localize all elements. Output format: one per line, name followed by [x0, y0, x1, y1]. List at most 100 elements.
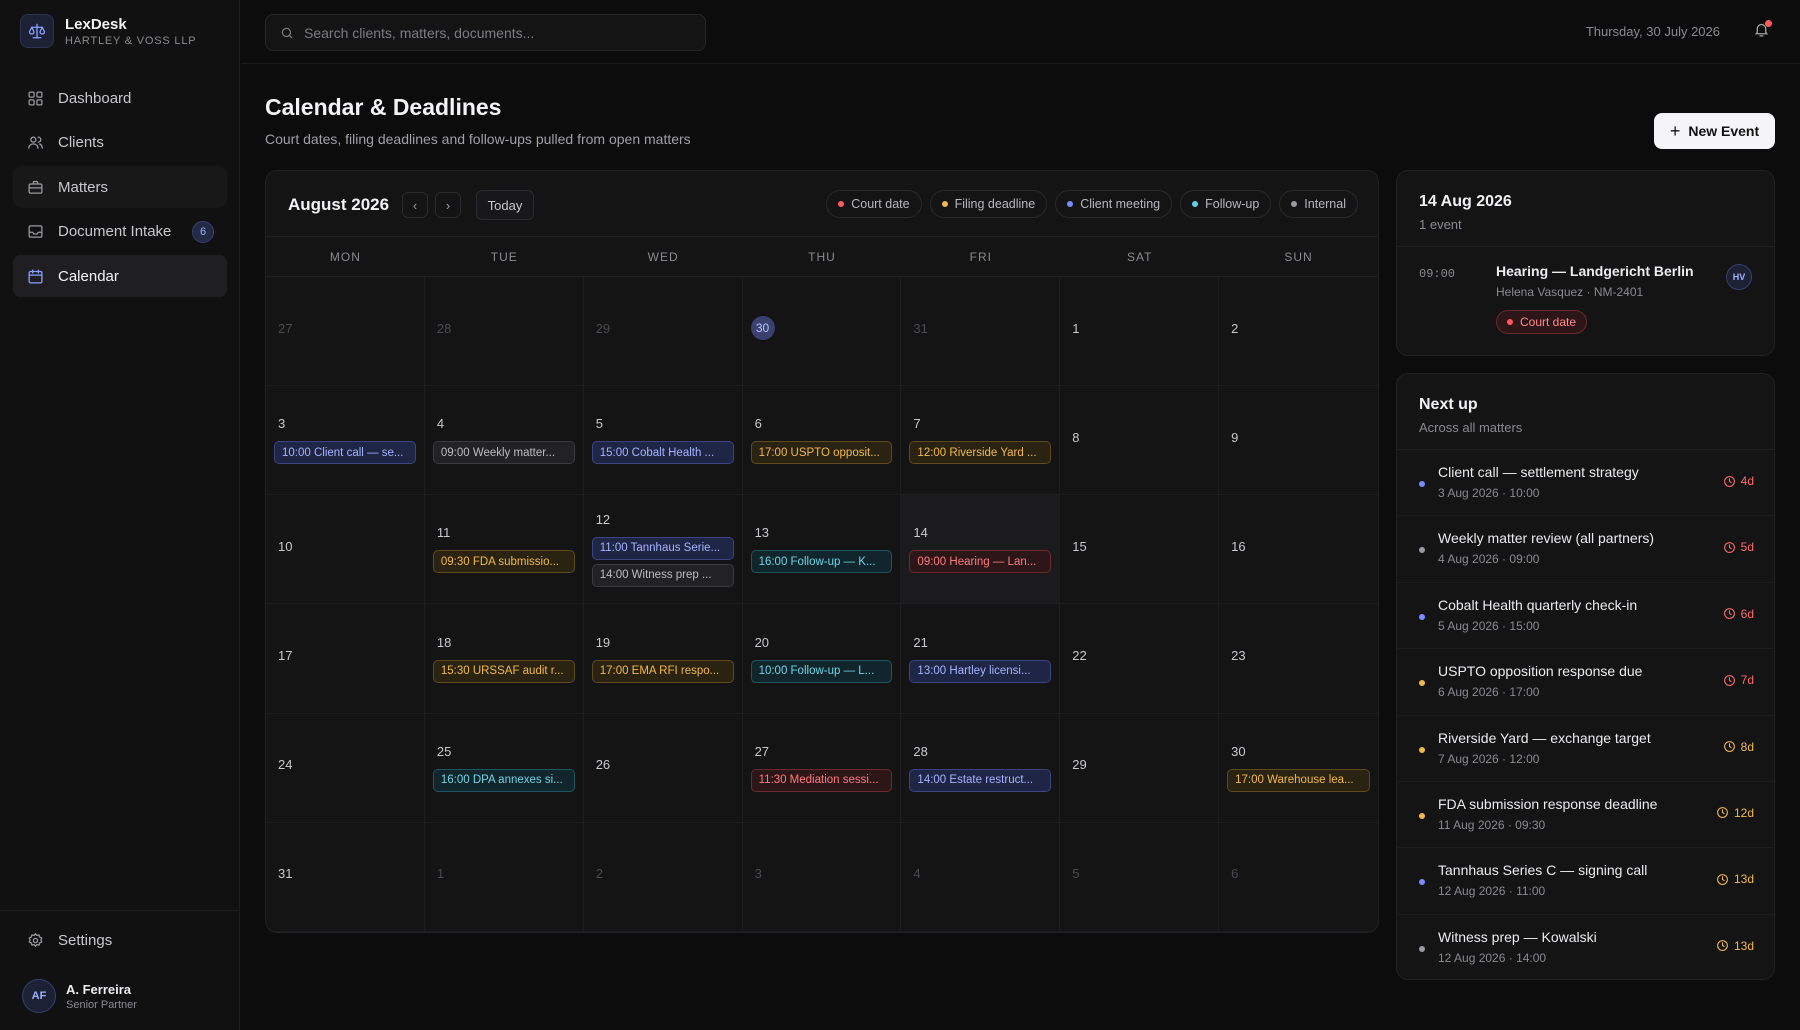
brand[interactable]: LexDesk HARTLEY & VOSS LLP — [20, 14, 196, 48]
sidebar-item-clients[interactable]: Clients — [13, 122, 227, 164]
calendar-event[interactable]: 15:30 URSSAF audit r... — [432, 659, 575, 683]
legend-item[interactable]: Filing deadline — [929, 190, 1048, 218]
prev-month-button[interactable]: ‹ — [402, 192, 428, 218]
day-cell[interactable]: 27 11:30 Mediation sessi... — [742, 713, 902, 823]
calendar-event[interactable]: 10:00 Client call — se... — [274, 441, 416, 465]
day-cell[interactable]: 13 16:00 Follow-up — K... — [742, 495, 902, 605]
sidebar-item-label: Dashboard — [58, 89, 132, 107]
day-number: 14 — [913, 525, 928, 541]
day-cell[interactable]: 5 — [1060, 822, 1220, 932]
day-cell[interactable]: 3 — [742, 822, 902, 932]
day-cell[interactable]: 15 — [1060, 495, 1220, 605]
sidebar-item-settings[interactable]: Settings — [26, 931, 112, 949]
day-cell[interactable]: 6 17:00 USPTO opposit... — [742, 386, 902, 496]
search-box[interactable] — [265, 14, 706, 51]
next-up-item[interactable]: Cobalt Health quarterly check-in 5 Aug 20… — [1397, 583, 1774, 650]
day-number: 7 — [913, 416, 921, 432]
calendar-event[interactable]: 17:00 Warehouse lea... — [1227, 768, 1370, 792]
day-cell[interactable]: 25 16:00 DPA annexes si... — [424, 713, 584, 823]
calendar-event[interactable]: 12:00 Riverside Yard ... — [909, 441, 1052, 465]
next-up-item[interactable]: FDA submission response deadline 11 Aug 2… — [1397, 782, 1774, 849]
calendar-event[interactable]: 11:00 Tannhaus Serie... — [591, 536, 734, 560]
sidebar-item-matters[interactable]: Matters — [13, 166, 227, 208]
day-cell[interactable]: 10 — [266, 495, 425, 605]
calendar-event[interactable]: 09:30 FDA submissio... — [432, 550, 575, 574]
legend-item[interactable]: Court date — [826, 190, 922, 218]
sidebar-item-dashboard[interactable]: Dashboard — [13, 77, 227, 119]
day-cell[interactable]: 21 13:00 Hartley licensi... — [901, 604, 1061, 714]
day-cell[interactable]: 29 — [583, 277, 743, 387]
day-cell[interactable]: 3 10:00 Client call — se... — [266, 386, 425, 496]
next-up-item[interactable]: USPTO opposition response due 6 Aug 2026 … — [1397, 649, 1774, 716]
day-cell[interactable]: 5 15:00 Cobalt Health ... — [583, 386, 743, 496]
day-number: 9 — [1231, 429, 1239, 445]
day-cell[interactable]: 12 11:00 Tannhaus Serie... 14:00 Witness p… — [583, 495, 743, 605]
day-cell[interactable]: 6 — [1219, 823, 1378, 932]
calendar-icon — [26, 267, 44, 285]
day-cell[interactable]: 16 — [1219, 495, 1378, 605]
day-cell[interactable]: 4 — [901, 822, 1061, 932]
event-type-tag: Court date — [1496, 310, 1588, 334]
day-cell[interactable]: 28 — [424, 277, 584, 387]
legend-item[interactable]: Follow-up — [1180, 190, 1272, 218]
day-cell[interactable]: 30 17:00 Warehouse lea... — [1219, 714, 1378, 823]
due-label: 4d — [1740, 474, 1754, 488]
day-cell[interactable]: 8 — [1060, 386, 1220, 496]
day-cell[interactable]: 24 — [266, 713, 425, 823]
next-up-item[interactable]: Riverside Yard — exchange target 7 Aug 20… — [1397, 716, 1774, 782]
new-event-button[interactable]: + New Event — [1654, 113, 1775, 149]
day-cell[interactable]: 27 — [266, 277, 425, 387]
day-cell[interactable]: 23 — [1219, 604, 1378, 714]
day-cell[interactable]: 4 09:00 Weekly matter... — [424, 386, 584, 496]
day-cell[interactable]: 30 — [742, 277, 902, 387]
calendar-event[interactable]: 16:00 Follow-up — K... — [750, 550, 893, 574]
day-cell[interactable]: 14 09:00 Hearing — Lan... — [901, 495, 1061, 605]
day-cell[interactable]: 11 09:30 FDA submissio... — [424, 495, 584, 605]
calendar-event[interactable]: 14:00 Witness prep ... — [591, 563, 734, 587]
day-cell[interactable]: 19 17:00 EMA RFI respo... — [583, 604, 743, 714]
day-cell[interactable]: 1 — [424, 822, 584, 932]
calendar-event[interactable]: 14:00 Estate restruct... — [909, 768, 1052, 792]
day-cell[interactable]: 7 12:00 Riverside Yard ... — [901, 386, 1061, 496]
today-button[interactable]: Today — [476, 190, 534, 220]
day-cell[interactable]: 28 14:00 Estate restruct... — [901, 713, 1061, 823]
next-month-button[interactable]: › — [435, 192, 461, 218]
sidebar-item-calendar[interactable]: Calendar — [13, 255, 227, 297]
day-cell[interactable]: 17 — [266, 604, 425, 714]
legend-dot — [941, 201, 948, 207]
chevron-left-icon: ‹ — [412, 197, 418, 213]
calendar-event[interactable]: 11:30 Mediation sessi... — [750, 768, 893, 792]
day-cell[interactable]: 1 — [1060, 277, 1220, 387]
calendar-event[interactable]: 17:00 USPTO opposit... — [750, 441, 893, 465]
day-event-item[interactable]: 09:00 Hearing — Landgericht Berlin Helen… — [1397, 247, 1774, 350]
legend-item[interactable]: Client meeting — [1055, 190, 1173, 218]
day-cell[interactable]: 9 — [1219, 386, 1378, 496]
day-cell[interactable]: 2 — [1219, 277, 1378, 387]
day-cell[interactable]: 31 — [266, 822, 425, 932]
legend-item[interactable]: Internal — [1279, 190, 1358, 218]
next-up-item[interactable]: Tannhaus Series C — signing call 12 Aug 2… — [1397, 848, 1774, 915]
notifications-button[interactable] — [1753, 20, 1772, 41]
user-profile[interactable]: AF A. Ferreira Senior Partner — [22, 979, 137, 1013]
next-up-item[interactable]: Client call — settlement strategy 3 Aug 2… — [1397, 450, 1774, 517]
day-cell[interactable]: 20 10:00 Follow-up — L... — [742, 604, 902, 714]
calendar-event[interactable]: 13:00 Hartley licensi... — [909, 659, 1052, 683]
calendar-event[interactable]: 17:00 EMA RFI respo... — [591, 659, 734, 683]
next-up-item[interactable]: Weekly matter review (all partners) 4 Aug… — [1397, 516, 1774, 583]
next-up-item[interactable]: Witness prep — Kowalski 12 Aug 2026 · 14:… — [1397, 915, 1774, 979]
day-cell[interactable]: 26 — [583, 713, 743, 823]
day-cell[interactable]: 29 — [1060, 713, 1220, 823]
calendar-event[interactable]: 09:00 Hearing — Lan... — [909, 550, 1052, 574]
plus-icon: + — [1669, 121, 1681, 141]
legend-label: Follow-up — [1205, 197, 1260, 211]
calendar-event[interactable]: 10:00 Follow-up — L... — [750, 659, 893, 683]
sidebar-item-document-intake[interactable]: Document Intake 6 — [13, 211, 227, 253]
calendar-event[interactable]: 16:00 DPA annexes si... — [432, 768, 575, 792]
search-input[interactable] — [304, 24, 684, 41]
calendar-event[interactable]: 09:00 Weekly matter... — [432, 441, 575, 465]
day-cell[interactable]: 31 — [901, 277, 1061, 387]
day-cell[interactable]: 22 — [1060, 604, 1220, 714]
day-cell[interactable]: 18 15:30 URSSAF audit r... — [424, 604, 584, 714]
day-cell[interactable]: 2 — [583, 822, 743, 932]
calendar-event[interactable]: 15:00 Cobalt Health ... — [591, 441, 734, 465]
